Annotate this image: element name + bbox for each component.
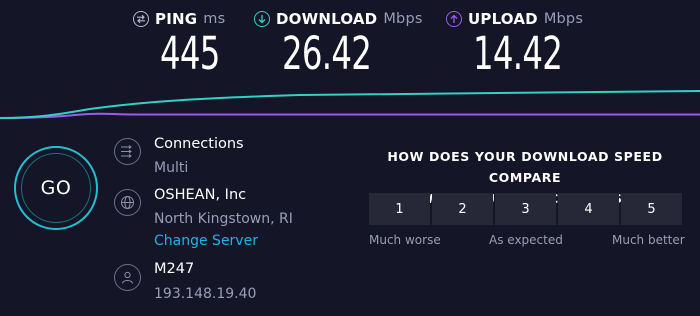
upload-arrow-icon [446, 11, 462, 27]
survey-question-line1: HOW DOES YOUR DOWNLOAD SPEED COMPARE [387, 149, 663, 185]
upload-label: UPLOAD [468, 10, 538, 28]
connections-mode: Multi [154, 160, 189, 176]
download-label: DOWNLOAD [276, 10, 378, 28]
download-value: 26.42 [282, 27, 372, 80]
rating-scale: 1 2 3 4 5 [369, 193, 682, 225]
ping-value: 445 [160, 27, 220, 80]
upload-value: 14.42 [473, 27, 563, 80]
speed-graph [0, 90, 700, 119]
ping-unit: ms [203, 11, 226, 27]
globe-icon [114, 189, 141, 216]
rating-option-1[interactable]: 1 [369, 193, 430, 225]
download-unit: Mbps [383, 11, 423, 27]
server-location: North Kingstown, RI [154, 211, 293, 227]
rating-low-label: Much worse [369, 233, 441, 247]
server-name: OSHEAN, Inc [154, 187, 247, 203]
download-arrow-icon [254, 11, 270, 27]
ping-label: PING [155, 10, 198, 28]
rating-option-2[interactable]: 2 [432, 193, 493, 225]
ping-header: PING ms [133, 9, 225, 29]
rating-mid-label: As expected [489, 233, 563, 247]
upload-header: UPLOAD Mbps [446, 9, 583, 29]
go-button-label: GO [21, 153, 91, 223]
upload-unit: Mbps [543, 11, 584, 27]
connections-icon [114, 138, 141, 165]
rating-option-4[interactable]: 4 [558, 193, 619, 225]
host-ip: 193.148.19.40 [154, 286, 257, 302]
ping-icon [133, 11, 149, 27]
rating-option-5[interactable]: 5 [621, 193, 682, 225]
user-icon [114, 264, 141, 291]
rating-option-3[interactable]: 3 [495, 193, 556, 225]
connections-title: Connections [154, 136, 244, 152]
upload-speed-line [0, 112, 700, 119]
host-name: M247 [154, 261, 195, 277]
go-button[interactable]: GO [14, 146, 98, 230]
rating-high-label: Much better [612, 233, 685, 247]
download-header: DOWNLOAD Mbps [254, 9, 423, 29]
change-server-link[interactable]: Change Server [154, 233, 258, 249]
